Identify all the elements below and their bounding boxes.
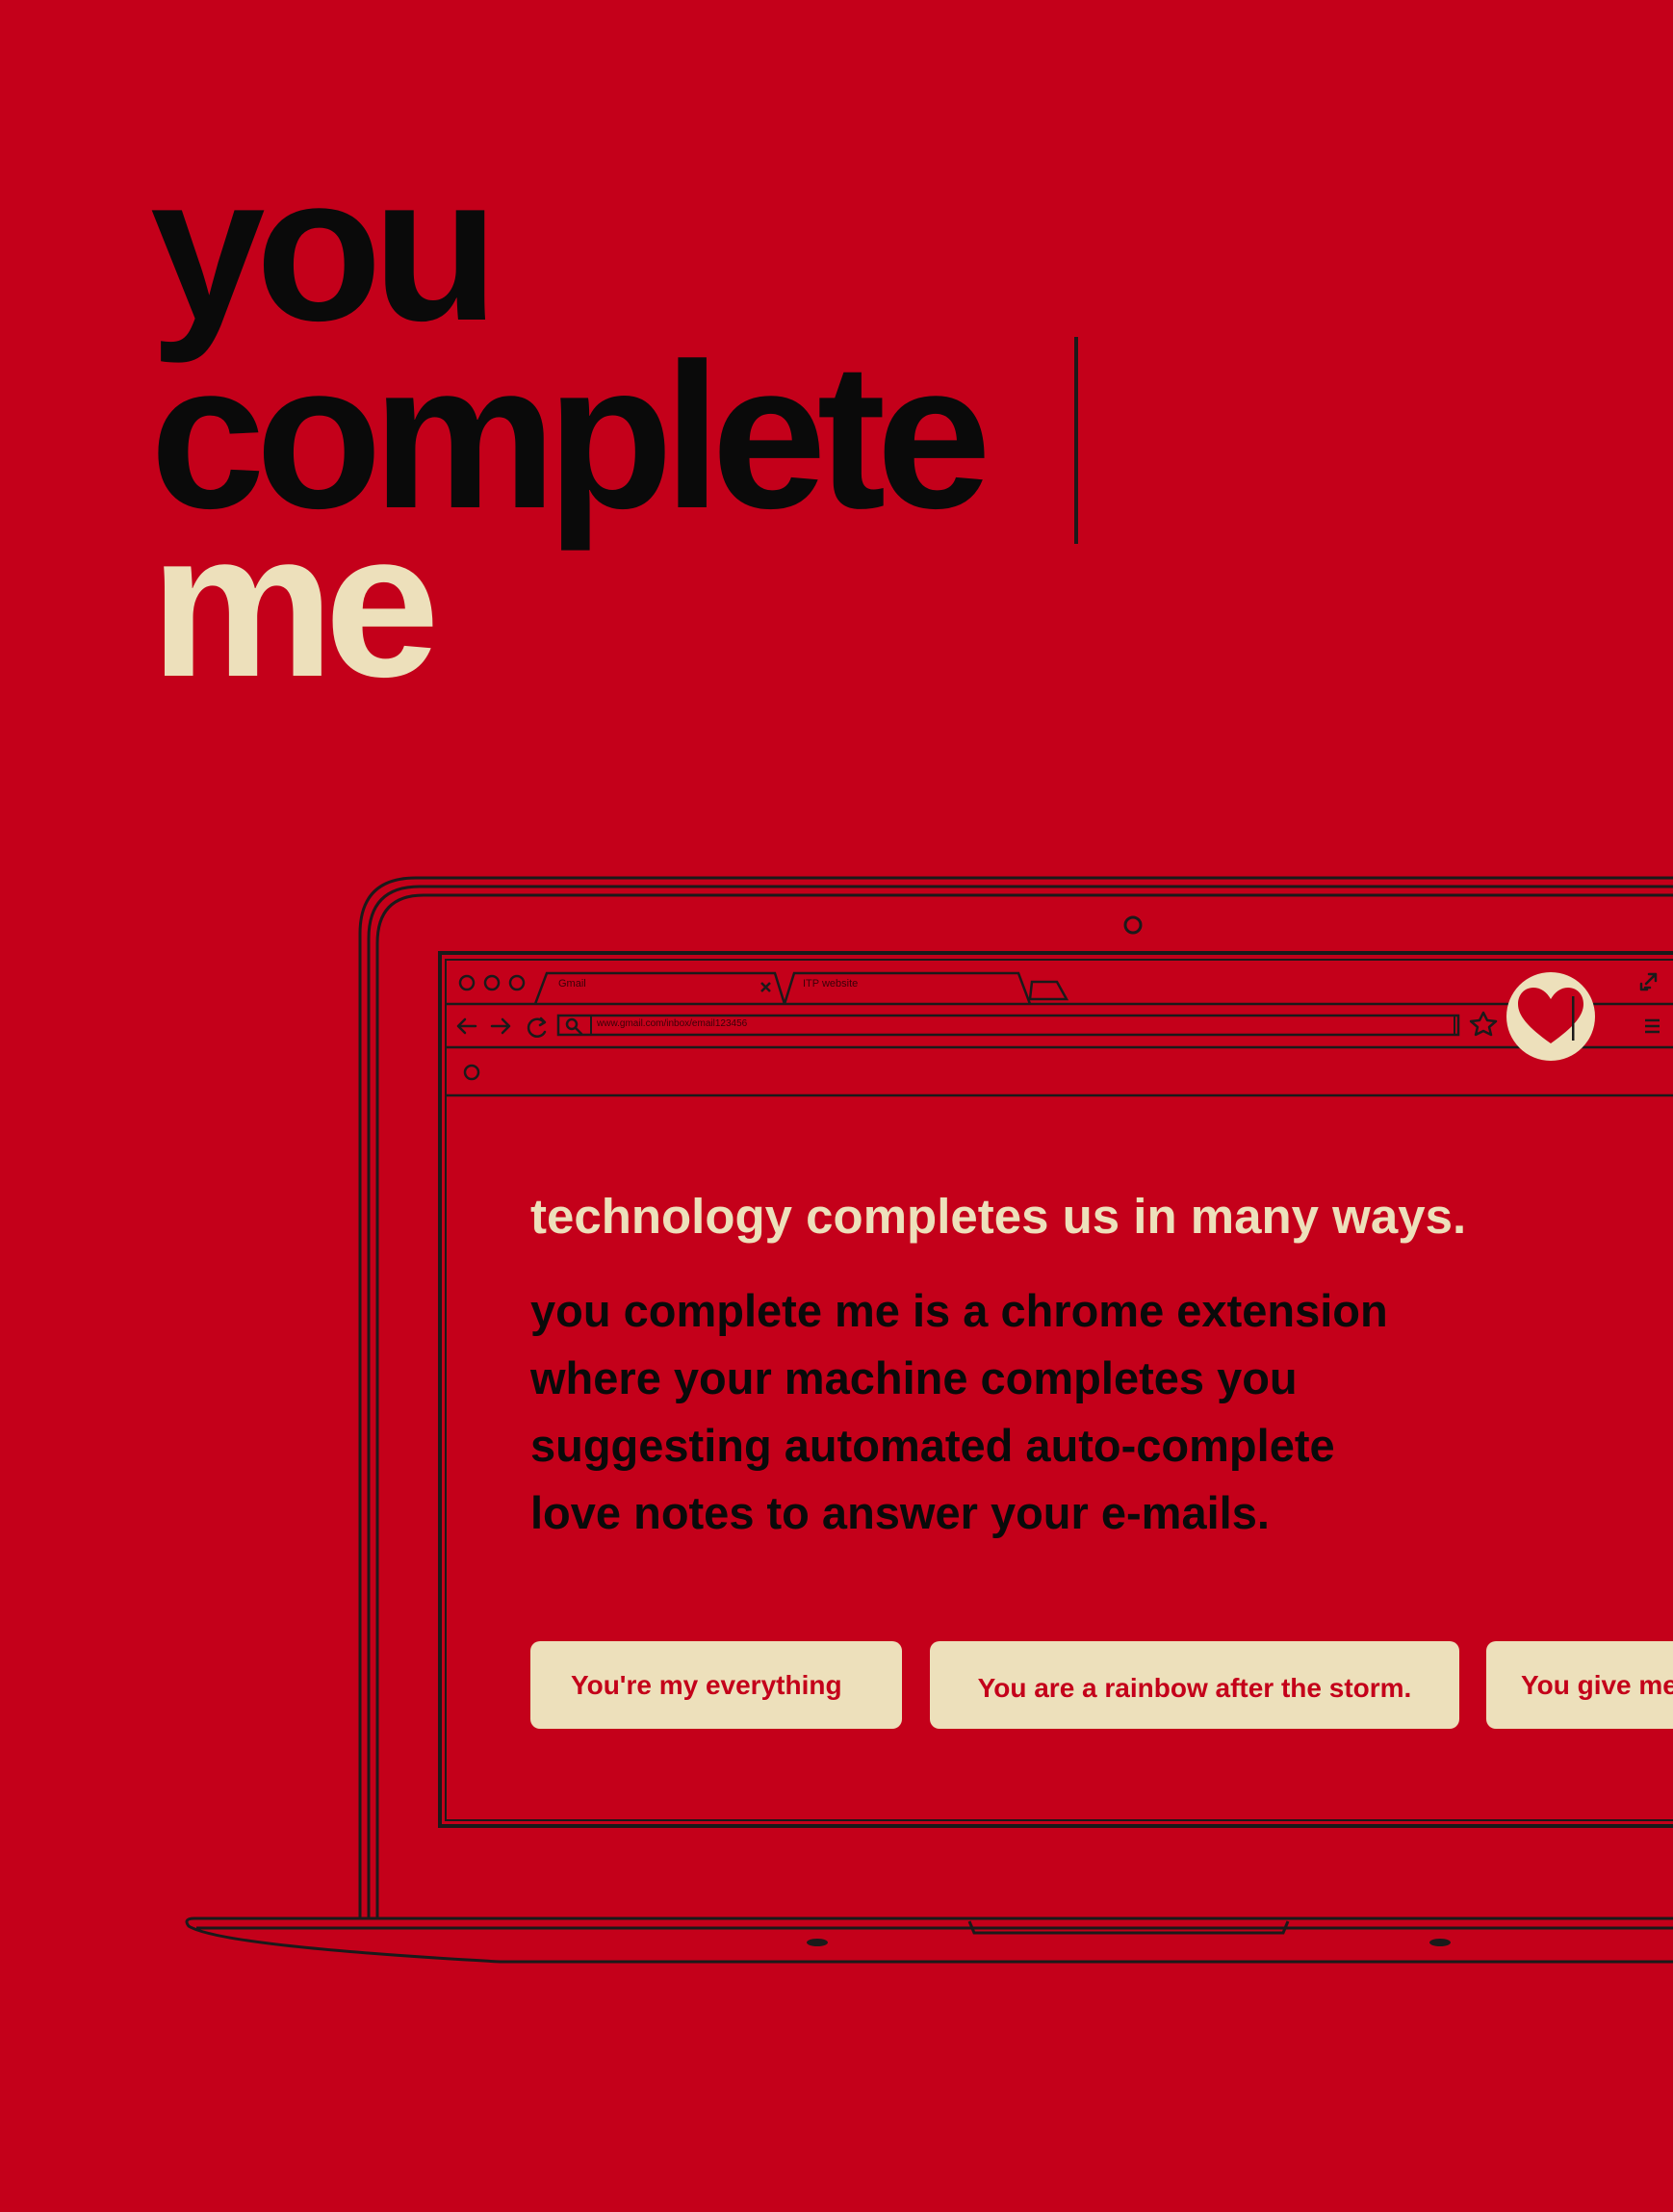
description-line: suggesting automated auto-complete <box>530 1420 1335 1471</box>
description-line: you complete me is a chrome extension <box>530 1285 1388 1336</box>
description-line: where your machine completes you <box>530 1352 1298 1403</box>
expand-icon[interactable] <box>1639 972 1658 991</box>
arrow-left-icon[interactable] <box>456 1017 477 1035</box>
url-text: www.gmail.com/inbox/email123456 <box>597 1018 748 1029</box>
close-tab-icon[interactable] <box>760 982 771 992</box>
new-tab-button[interactable] <box>1028 980 1069 1001</box>
heart-icon <box>1518 988 1583 1043</box>
description-line: love notes to answer your e-mails. <box>530 1487 1270 1538</box>
hamburger-icon[interactable] <box>1645 1018 1660 1034</box>
tab-gmail-label: Gmail <box>558 978 586 990</box>
suggestion-button[interactable]: You are a rainbow after the storm. <box>930 1641 1459 1729</box>
tab-itp-label: ITP website <box>803 978 859 990</box>
foot-right <box>1429 1939 1451 1946</box>
foot-left <box>807 1939 828 1946</box>
suggestion-button[interactable]: You give me <box>1486 1641 1673 1729</box>
arrow-right-icon[interactable] <box>490 1017 511 1035</box>
laptop-illustration <box>185 876 1673 1964</box>
search-icon <box>565 1017 583 1036</box>
description: you complete me is a chrome extension wh… <box>530 1277 1388 1547</box>
suggestion-button[interactable]: You're my everything <box>530 1641 902 1729</box>
reload-icon[interactable] <box>527 1016 547 1038</box>
tagline: technology completes us in many ways. <box>530 1189 1467 1244</box>
extension-heart-button[interactable] <box>1506 972 1595 1061</box>
bookmark-bar-icon[interactable] <box>463 1064 480 1081</box>
window-controls[interactable] <box>458 974 526 991</box>
webcam-icon <box>1123 915 1143 935</box>
star-icon[interactable] <box>1469 1011 1498 1037</box>
